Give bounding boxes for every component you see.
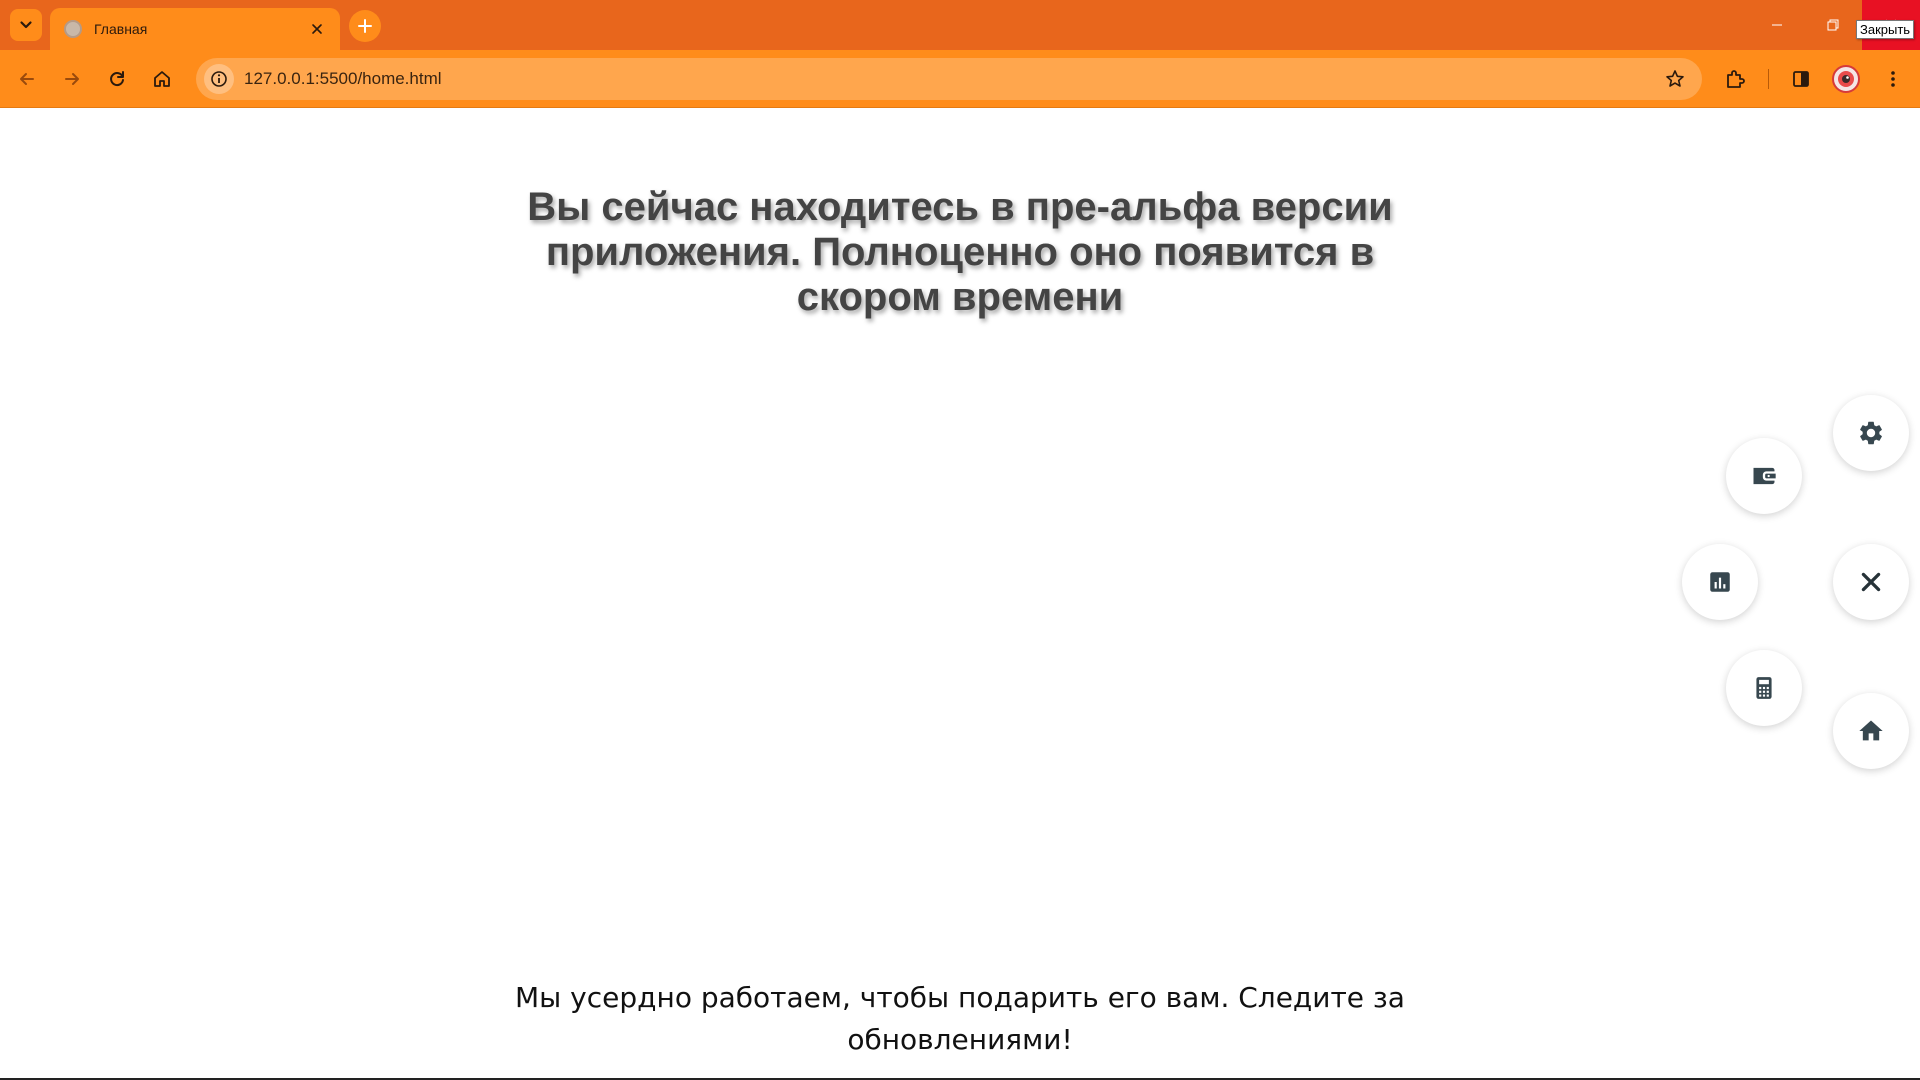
close-menu-button[interactable] xyxy=(1833,544,1909,620)
tab-home[interactable]: Главная xyxy=(50,8,340,50)
address-bar[interactable]: 127.0.0.1:5500/home.html xyxy=(196,58,1702,100)
close-icon xyxy=(1861,572,1881,592)
home-icon xyxy=(1859,720,1883,741)
site-info-button[interactable] xyxy=(204,64,234,94)
minimize-icon xyxy=(1772,24,1782,26)
home-icon xyxy=(154,71,170,87)
page-subline: Мы усердно работаем, чтобы подарить его … xyxy=(515,981,1405,1056)
new-tab-button[interactable] xyxy=(349,10,381,42)
tab-strip: Главная Закрыть xyxy=(0,0,1920,50)
home-menu-button[interactable] xyxy=(1833,693,1909,769)
puzzle-icon xyxy=(1727,70,1745,88)
settings-button[interactable] xyxy=(1833,395,1909,471)
calculator-icon xyxy=(1756,677,1772,699)
wallet-button[interactable] xyxy=(1726,438,1802,514)
bar-chart-icon xyxy=(1710,572,1730,592)
browser-menu-button[interactable] xyxy=(1876,62,1910,96)
plus-icon xyxy=(358,19,372,33)
reload-button[interactable] xyxy=(100,62,134,96)
page-content: Вы сейчас находитесь в пре-альфа версии … xyxy=(0,109,1920,1078)
info-icon xyxy=(211,71,227,87)
gear-icon xyxy=(1860,421,1882,445)
page-headline: Вы сейчас находитесь в пре-альфа версии … xyxy=(527,185,1393,319)
restore-icon xyxy=(1827,19,1839,31)
calculator-button[interactable] xyxy=(1726,650,1802,726)
side-panel-button[interactable] xyxy=(1784,62,1818,96)
tab-close-button[interactable] xyxy=(308,20,326,38)
tab-title: Главная xyxy=(94,21,148,37)
home-button[interactable] xyxy=(145,62,179,96)
close-tooltip: Закрыть xyxy=(1856,20,1915,39)
url-text: 127.0.0.1:5500/home.html xyxy=(244,69,442,88)
arrow-left-icon xyxy=(20,73,34,85)
more-vertical-icon xyxy=(1891,71,1895,87)
close-icon xyxy=(312,24,322,34)
toolbar-separator xyxy=(1768,69,1769,89)
browser-toolbar: 127.0.0.1:5500/home.html xyxy=(0,50,1920,108)
side-panel-icon xyxy=(1793,71,1809,87)
star-icon xyxy=(1666,70,1684,87)
chevron-down-icon xyxy=(20,21,32,29)
arrow-right-icon xyxy=(65,73,79,85)
avatar-icon xyxy=(1838,71,1854,87)
profile-avatar[interactable] xyxy=(1832,65,1860,93)
tab-search-button[interactable] xyxy=(10,9,42,41)
forward-button[interactable] xyxy=(55,62,89,96)
wallet-icon xyxy=(1753,467,1776,485)
minimize-button[interactable] xyxy=(1750,0,1804,50)
restore-button[interactable] xyxy=(1806,0,1860,50)
globe-icon xyxy=(64,20,82,38)
statistics-button[interactable] xyxy=(1682,544,1758,620)
bookmark-button[interactable] xyxy=(1658,62,1692,96)
back-button[interactable] xyxy=(10,62,44,96)
extensions-button[interactable] xyxy=(1718,62,1752,96)
reload-icon xyxy=(110,71,124,87)
